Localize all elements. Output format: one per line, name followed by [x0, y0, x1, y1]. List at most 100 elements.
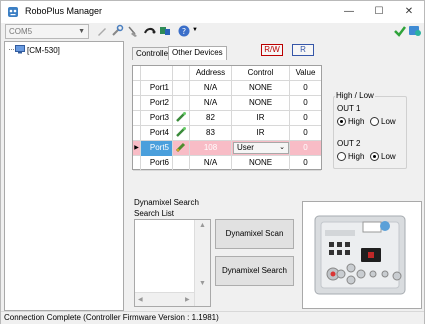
scroll-up-icon[interactable]: ▲	[199, 222, 206, 229]
status-bar: Connection Complete (Controller Firmware…	[1, 311, 424, 324]
row-pointer-icon: ▶	[133, 141, 141, 156]
wrench-icon[interactable]	[110, 24, 124, 38]
out2-low-radio[interactable]: Low	[370, 152, 396, 161]
out1-high-label: High	[348, 117, 365, 126]
radio-checked-icon	[337, 117, 346, 126]
check-icon[interactable]	[393, 24, 407, 38]
download-icon[interactable]	[158, 24, 172, 38]
port-icon-cell	[173, 156, 190, 171]
out2-label: OUT 2	[337, 139, 361, 148]
radio-unchecked-icon	[370, 117, 379, 126]
grid-header: Address Control Value	[133, 66, 321, 81]
dynamixel-search-button[interactable]: Dynamixel Search	[215, 256, 294, 286]
cm530-device-illustration	[314, 215, 406, 295]
radio-unchecked-icon	[337, 152, 346, 161]
control-select-value: User	[237, 143, 254, 152]
port-value: 0	[303, 128, 308, 137]
out2-high-label: High	[348, 152, 365, 161]
port-name: Port5	[141, 141, 173, 156]
tab-other-devices[interactable]: Other Devices	[168, 46, 227, 60]
header-blank	[173, 66, 190, 81]
out2-low-label: Low	[381, 152, 396, 161]
port-address: N/A	[190, 156, 232, 171]
user-device-icon	[173, 141, 190, 156]
table-row[interactable]: Port3 82 IR 0	[133, 111, 321, 126]
port-address: 83	[190, 126, 232, 141]
port-address: 82	[190, 111, 232, 126]
row-selector	[133, 156, 141, 171]
port-icon-cell	[173, 81, 190, 96]
scroll-right-icon[interactable]: ▶	[185, 296, 190, 303]
control-select[interactable]: User ⌄	[233, 142, 289, 154]
port-name: Port4	[141, 126, 173, 141]
read-write-button[interactable]: R/W	[261, 44, 283, 56]
vertical-scrollbar[interactable]: ▲ ▼	[194, 220, 210, 306]
maximize-button[interactable]: ☐	[364, 3, 394, 21]
port-name: Port6	[141, 156, 173, 171]
close-button[interactable]: ✕	[394, 3, 424, 21]
tree-node-cm530[interactable]: [CM-530]	[15, 44, 60, 56]
out1-low-label: Low	[381, 117, 396, 126]
horizontal-scrollbar[interactable]: ◀ ▶	[135, 292, 194, 306]
port-address: N/A	[190, 81, 232, 96]
port-icon-cell	[173, 96, 190, 111]
app-window: RoboPlus Manager — ☐ ✕ COM5 ▼ ? ▼ [CM-53…	[0, 0, 425, 324]
controller-panel: Controller Other Devices R/W R Address C…	[127, 41, 423, 324]
help-icon[interactable]: ?	[177, 24, 191, 38]
port-control[interactable]: NONE	[232, 96, 290, 111]
chevron-down-icon: ⌄	[279, 144, 285, 151]
port-name: Port3	[141, 111, 173, 126]
port-control[interactable]: NONE	[232, 156, 290, 171]
row-selector	[133, 81, 141, 96]
connect-icon[interactable]	[143, 24, 157, 38]
port-address: 108	[190, 141, 232, 156]
table-row[interactable]: Port1 N/A NONE 0	[133, 81, 321, 96]
port-value: 0	[303, 143, 308, 152]
port-value: 0	[303, 158, 308, 167]
port-control[interactable]: IR	[232, 111, 290, 126]
out2-high-radio[interactable]: High	[337, 152, 364, 161]
firmware-icon[interactable]	[408, 24, 422, 38]
out1-label: OUT 1	[337, 104, 361, 113]
title-bar: RoboPlus Manager — ☐ ✕	[1, 1, 424, 23]
port-address: N/A	[190, 96, 232, 111]
toolbar: COM5 ▼ ? ▼	[1, 23, 424, 41]
out1-low-radio[interactable]: Low	[370, 117, 396, 126]
header-blank	[141, 66, 173, 81]
port-select-value: COM5	[9, 27, 33, 36]
port-value: 0	[303, 83, 308, 92]
scroll-down-icon[interactable]: ▼	[199, 280, 206, 287]
row-selector	[133, 126, 141, 141]
search-list[interactable]: ▲ ▼ ◀ ▶	[134, 219, 211, 307]
broom-icon[interactable]	[125, 24, 139, 38]
port-control[interactable]: IR	[232, 126, 290, 141]
controller-image	[302, 201, 422, 309]
port-value: 0	[303, 113, 308, 122]
out1-high-radio[interactable]: High	[337, 117, 364, 126]
port-control-dropdown[interactable]: User ⌄	[232, 141, 290, 156]
header-value: Value	[295, 68, 316, 77]
port-name: Port2	[141, 96, 173, 111]
table-row[interactable]: Port2 N/A NONE 0	[133, 96, 321, 111]
controller-icon	[15, 44, 25, 56]
row-selector	[133, 111, 141, 126]
help-dropdown-icon[interactable]: ▼	[192, 27, 198, 33]
svg-text:?: ?	[182, 27, 186, 36]
minimize-button[interactable]: —	[334, 3, 364, 21]
table-row-selected[interactable]: ▶ Port5 108 User ⌄ 0	[133, 141, 321, 156]
dynamixel-scan-button[interactable]: Dynamixel Scan	[215, 219, 294, 249]
port-select[interactable]: COM5 ▼	[5, 24, 89, 39]
ir-sensor-icon	[173, 126, 190, 141]
port-name: Port1	[141, 81, 173, 96]
high-low-title: High / Low	[335, 91, 375, 100]
port-control[interactable]: NONE	[232, 81, 290, 96]
search-list-label: Search List	[134, 209, 175, 218]
scroll-left-icon[interactable]: ◀	[138, 296, 143, 303]
port-grid: Address Control Value Port1 N/A NONE 0 P…	[132, 65, 322, 171]
chevron-down-icon: ▼	[78, 28, 85, 35]
header-blank	[133, 66, 141, 81]
pencil-icon[interactable]	[95, 24, 109, 38]
table-row[interactable]: Port4 83 IR 0	[133, 126, 321, 141]
table-row[interactable]: Port6 N/A NONE 0	[133, 156, 321, 171]
read-button[interactable]: R	[292, 44, 314, 56]
